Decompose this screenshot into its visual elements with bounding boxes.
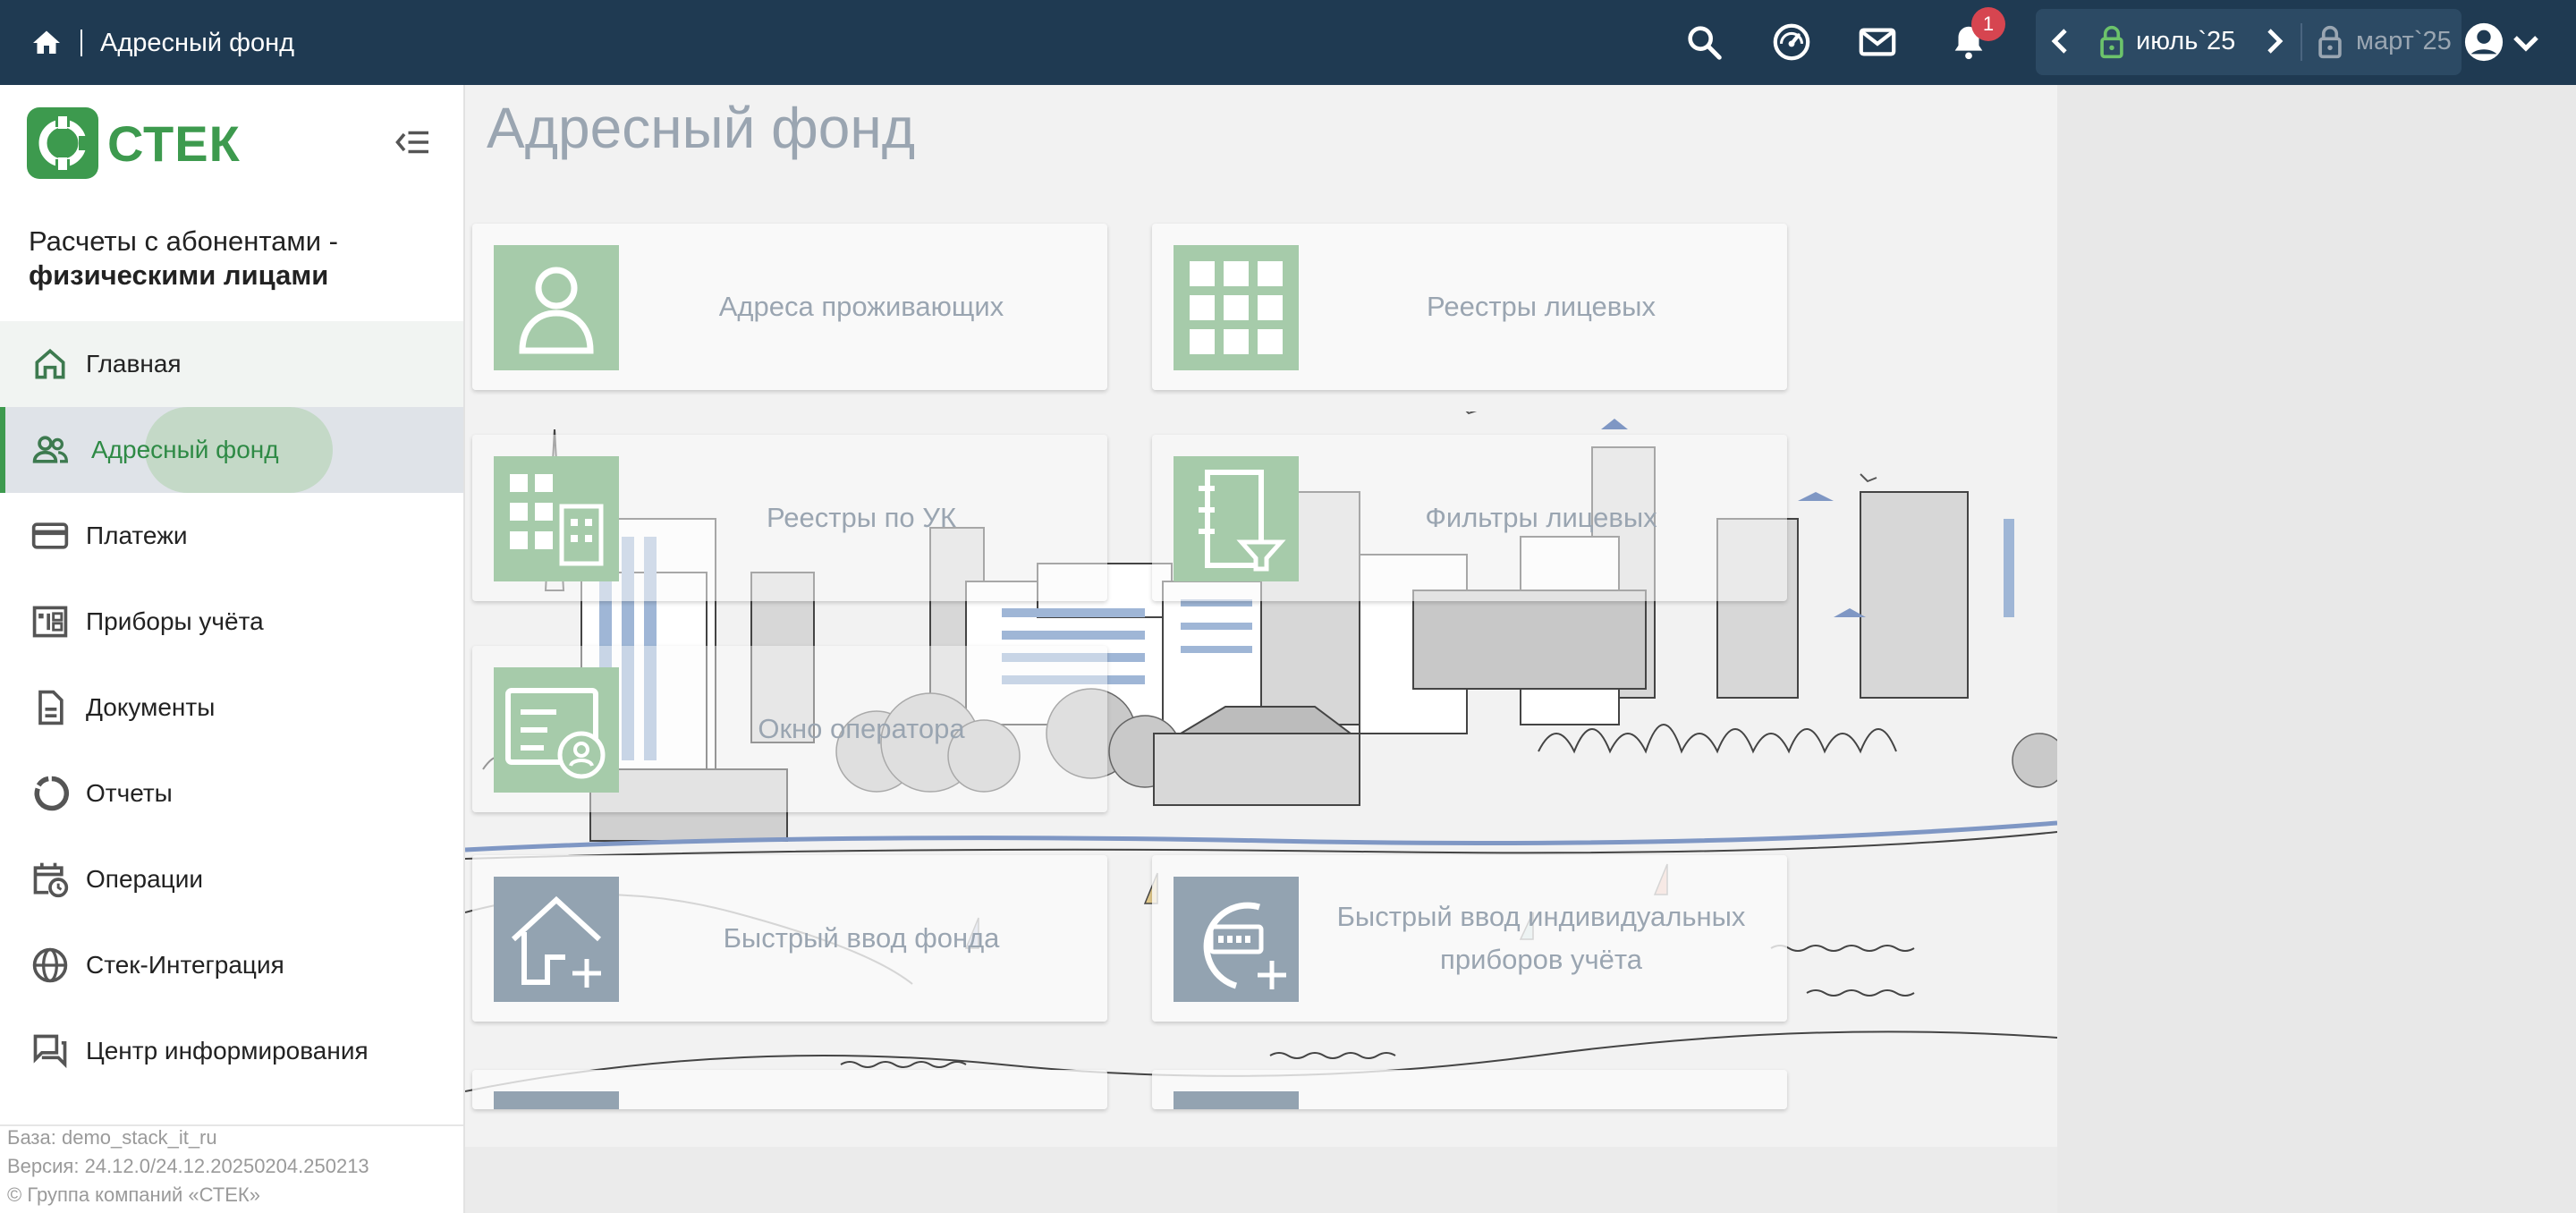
- sidebar-item-label: Платежи: [86, 522, 188, 549]
- sidebar-item-label: Адресный фонд: [91, 436, 279, 463]
- sidebar-item-operations[interactable]: Операции: [0, 836, 463, 922]
- sidebar-item-address-fund[interactable]: Адресный фонд: [0, 407, 463, 493]
- card-label: Реестры лицевых: [1427, 291, 1656, 322]
- lock-open-icon: [2100, 25, 2123, 59]
- card-partial-right[interactable]: [1152, 1070, 1787, 1109]
- footer-copyright: © Группа компаний «СТЕК»: [7, 1183, 260, 1206]
- tile: [494, 245, 619, 370]
- meter-plus-icon: [1203, 902, 1286, 989]
- top-bar: Адресный фонд 1 июль`25 март`25: [0, 0, 2576, 85]
- report-ring-icon: [34, 776, 70, 811]
- globe-icon: [32, 947, 68, 983]
- card-partial-left[interactable]: [472, 1070, 1107, 1109]
- sidebar-item-label: Операции: [86, 865, 203, 893]
- card-label: Быстрый ввод фонда: [723, 922, 1000, 954]
- title-separator: [80, 30, 82, 56]
- card-label: Окно оператора: [758, 713, 965, 744]
- product-name-line1: Расчеты с абонентами -: [29, 225, 338, 257]
- topbar-title: Адресный фонд: [100, 29, 295, 57]
- page-title: Адресный фонд: [487, 96, 916, 160]
- chevron-right-icon[interactable]: [2263, 25, 2286, 57]
- notification-badge: 1: [1971, 7, 2005, 41]
- home-outline-icon: [35, 348, 65, 379]
- person-icon: [519, 267, 594, 354]
- product-name-line2: физическими лицами: [29, 259, 329, 291]
- mail-icon[interactable]: [1857, 21, 1898, 63]
- footer-database: База: demo_stack_it_ru: [7, 1126, 217, 1149]
- footer-version: Версия: 24.12.0/24.12.20250204.250213: [7, 1155, 369, 1177]
- sidebar-item-label: Отчеты: [86, 779, 173, 807]
- card-operator-window[interactable]: Окно оператора: [472, 646, 1107, 812]
- tile: [494, 667, 619, 793]
- document-icon: [38, 690, 64, 725]
- period-divider: [2301, 23, 2302, 61]
- right-empty-area: [2057, 85, 2576, 1213]
- main-bottom-strip: [465, 1147, 2057, 1213]
- account-icon[interactable]: [2463, 21, 2504, 63]
- sidebar-item-meters[interactable]: Приборы учёта: [0, 579, 463, 665]
- lock-icon: [2318, 25, 2342, 59]
- sidebar-item-label: Документы: [86, 693, 216, 721]
- card-residents-addresses[interactable]: Адреса проживающих: [472, 224, 1107, 390]
- tile: [1174, 456, 1299, 581]
- sidebar-item-home[interactable]: Главная: [0, 321, 463, 407]
- sidebar-item-documents[interactable]: Документы: [0, 665, 463, 751]
- sidebar-item-label: Стек-Интеграция: [86, 951, 284, 979]
- grid-icon: [1190, 261, 1283, 354]
- card-accounts-registry[interactable]: Реестры лицевых: [1152, 224, 1787, 390]
- card-quick-meter-input[interactable]: Быстрый ввод индивидуальных приборов учё…: [1152, 855, 1787, 1022]
- meter-icon: [32, 606, 68, 638]
- chevron-left-icon[interactable]: [2048, 25, 2072, 57]
- sidebar-item-label: Центр информирования: [86, 1037, 369, 1065]
- sidebar-item-label: Приборы учёта: [86, 607, 264, 635]
- tile: [494, 1091, 619, 1109]
- sidebar-item-label: Главная: [86, 350, 182, 377]
- card-quick-fund-input[interactable]: Быстрый ввод фонда: [472, 855, 1107, 1022]
- sidebar-item-info-center[interactable]: Центр информирования: [0, 1008, 463, 1094]
- operator-card-icon: [505, 688, 606, 779]
- period-current[interactable]: июль`25: [2136, 25, 2279, 57]
- tile: [494, 877, 619, 1002]
- sidebar-item-integration[interactable]: Стек-Интеграция: [0, 922, 463, 1008]
- card-account-filters[interactable]: Фильтры лицевых: [1152, 435, 1787, 601]
- card-label: Адреса проживающих: [718, 291, 1004, 322]
- forum-icon: [33, 1034, 67, 1069]
- active-indicator: [0, 407, 5, 493]
- search-icon[interactable]: [1683, 21, 1724, 63]
- card-label: Быстрый ввод индивидуальных приборов учё…: [1336, 901, 1746, 975]
- dashboard-icon[interactable]: [1771, 21, 1812, 63]
- stek-logo[interactable]: [27, 107, 98, 179]
- card-registries-by-uk[interactable]: Реестры по УК: [472, 435, 1107, 601]
- chevron-down-icon[interactable]: [2512, 32, 2540, 54]
- card-label: Фильтры лицевых: [1425, 502, 1657, 533]
- notebook-filter-icon: [1199, 470, 1286, 572]
- logo-text: СТЕК: [107, 115, 241, 172]
- card-label: Реестры по УК: [766, 502, 957, 533]
- credit-card-icon: [31, 522, 69, 549]
- sidebar-item-reports[interactable]: Отчеты: [0, 751, 463, 836]
- home-icon[interactable]: [29, 27, 64, 59]
- people-icon: [32, 436, 68, 463]
- tile: [1174, 1091, 1299, 1109]
- tile: [1174, 245, 1299, 370]
- sidebar: СТЕК Расчеты с абонентами - физическими …: [0, 85, 465, 1213]
- tile: [494, 456, 619, 581]
- house-plus-icon: [511, 895, 602, 988]
- tile: [1174, 877, 1299, 1002]
- calendar-clock-icon: [33, 862, 69, 898]
- buildings-icon: [510, 474, 604, 566]
- sidebar-item-payments[interactable]: Платежи: [0, 493, 463, 579]
- menu-collapse-icon[interactable]: [394, 126, 431, 158]
